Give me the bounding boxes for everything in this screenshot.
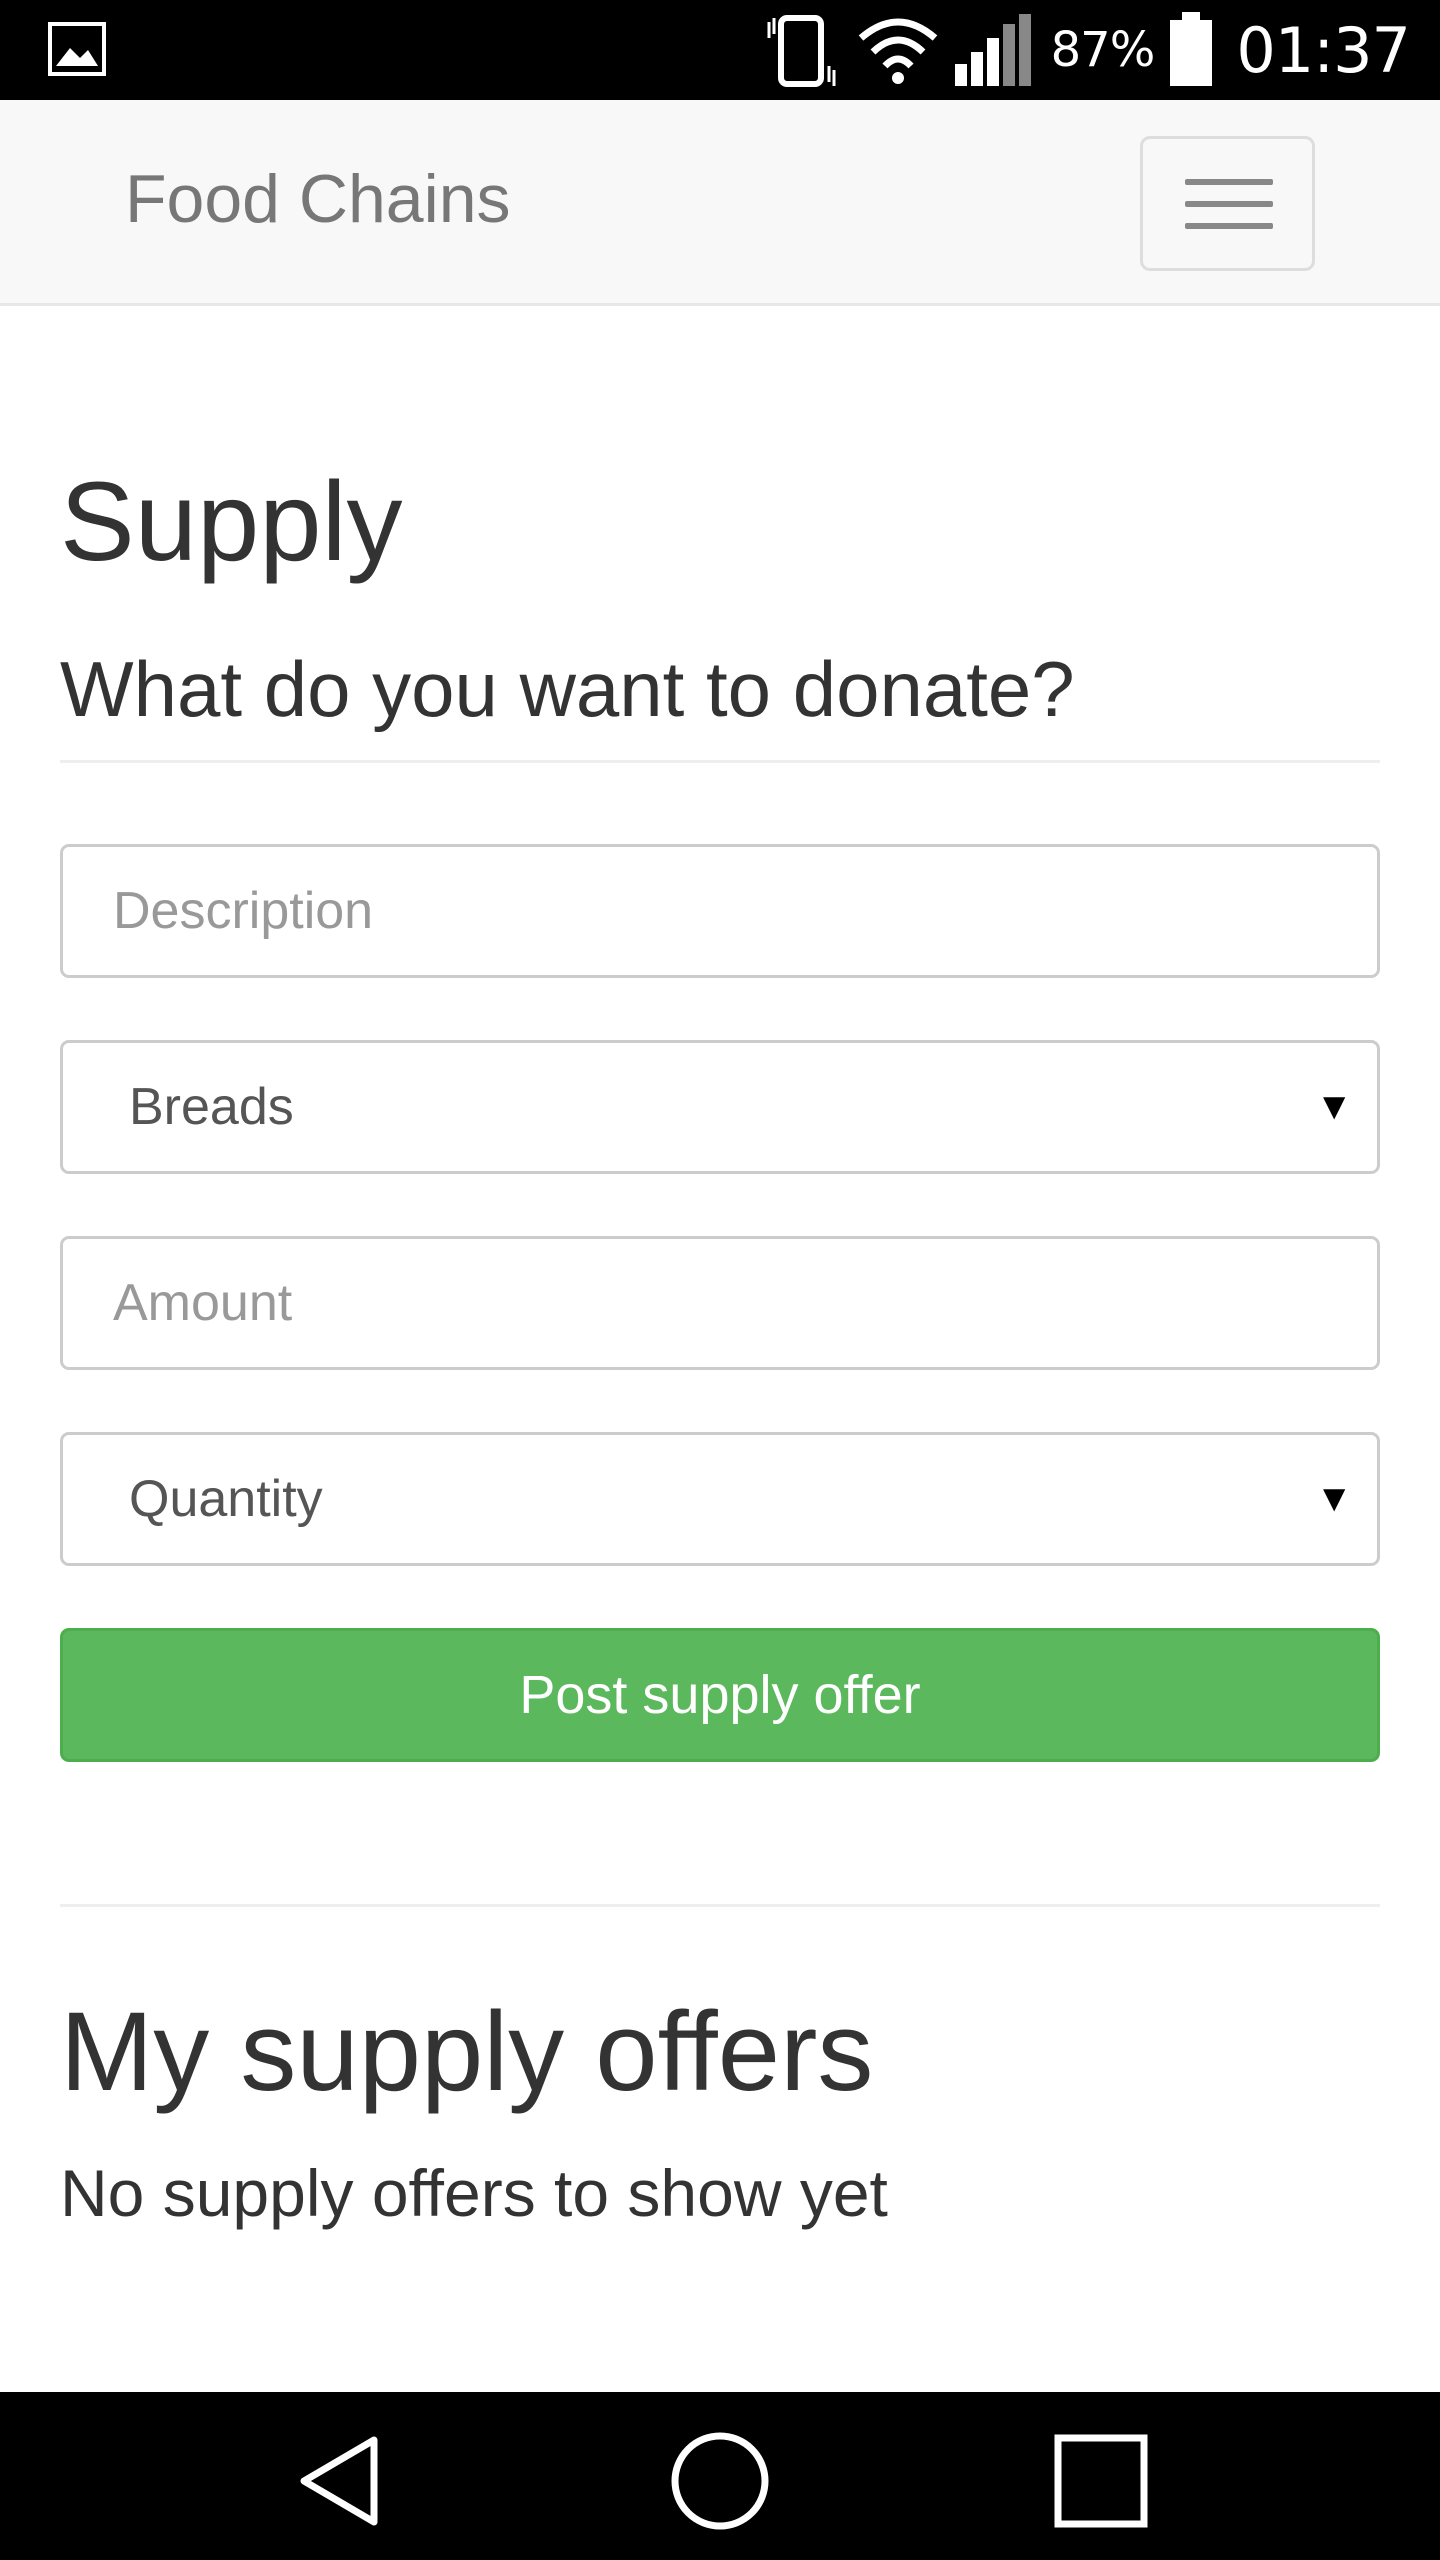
gallery-icon xyxy=(48,22,106,76)
page-title: Supply xyxy=(60,459,403,584)
brand-link[interactable]: Food Chains xyxy=(125,160,511,238)
empty-state-text: No supply offers to show yet xyxy=(60,2156,888,2230)
wifi-icon xyxy=(858,18,937,84)
section-title-my-supply-offers: My supply offers xyxy=(60,1989,874,2114)
post-supply-offer-button[interactable]: Post supply offer xyxy=(60,1628,1380,1762)
signal-icon xyxy=(954,14,1031,86)
battery-percent: 87% xyxy=(1050,22,1156,78)
system-nav-bar xyxy=(0,2392,1440,2560)
status-icons: 87% 01:37 xyxy=(763,0,1411,100)
back-icon[interactable] xyxy=(286,2426,396,2536)
description-input[interactable]: Description xyxy=(60,844,1380,978)
category-selected-value: Breads xyxy=(129,1078,294,1136)
amount-input[interactable]: Amount xyxy=(60,1236,1380,1370)
amount-placeholder: Amount xyxy=(113,1274,293,1332)
dropdown-arrow-icon: ▼ xyxy=(1315,1478,1353,1520)
quantity-select[interactable]: Quantity ▼ xyxy=(60,1432,1380,1566)
home-icon[interactable] xyxy=(665,2426,775,2536)
description-placeholder: Description xyxy=(113,882,374,940)
battery-icon xyxy=(1170,12,1213,86)
vibrate-icon xyxy=(767,15,836,87)
divider xyxy=(60,760,1380,763)
clock: 01:37 xyxy=(1236,13,1411,87)
dropdown-arrow-icon: ▼ xyxy=(1315,1086,1353,1128)
recent-apps-icon[interactable] xyxy=(1046,2426,1156,2536)
menu-toggle-button[interactable] xyxy=(1140,136,1315,271)
navbar: Food Chains xyxy=(0,100,1440,306)
category-select[interactable]: Breads ▼ xyxy=(60,1040,1380,1174)
status-bar: 87% 01:37 xyxy=(0,0,1440,100)
divider xyxy=(60,1904,1380,1907)
quantity-selected-value: Quantity xyxy=(129,1470,323,1528)
page-subtitle: What do you want to donate? xyxy=(60,645,1075,733)
